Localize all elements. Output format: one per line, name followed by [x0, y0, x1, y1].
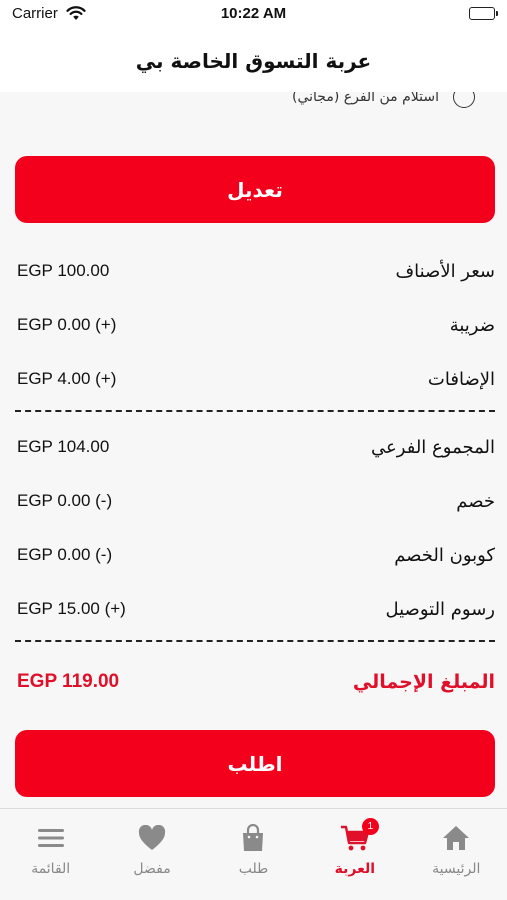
addons-value: EGP 4.00 (+)	[17, 369, 117, 388]
summary-row-coupon: EGP 0.00 (-) كوبون الخصم	[17, 540, 495, 570]
total-label: المبلغ الإجمالي	[352, 671, 495, 693]
cart-content[interactable]: استلام من الفرع (مجاني) تعديل EGP 100.00…	[0, 92, 507, 808]
tab-favorites[interactable]: مفضل	[101, 809, 202, 900]
summary-row-addons: EGP 4.00 (+) الإضافات	[17, 364, 495, 394]
discount-label: خصم	[456, 490, 495, 512]
tab-cart[interactable]: 1 العربة	[304, 809, 405, 900]
status-time: 10:22 AM	[220, 5, 287, 22]
tab-menu-label: القائمة	[31, 861, 71, 877]
status-bar: Carrier 10:22 AM	[0, 0, 507, 30]
summary-row-discount: EGP 0.00 (-) خصم	[17, 486, 495, 516]
dashed-divider	[15, 640, 495, 642]
coupon-label: كوبون الخصم	[394, 544, 495, 566]
items-price-label: سعر الأصناف	[395, 260, 495, 282]
tab-cart-label: العربة	[334, 861, 376, 877]
pickup-option[interactable]: استلام من الفرع (مجاني)	[292, 92, 475, 108]
tab-menu[interactable]: القائمة	[0, 809, 101, 900]
pickup-label: استلام من الفرع (مجاني)	[292, 92, 439, 105]
tab-home[interactable]: الرئيسية	[406, 809, 507, 900]
home-icon	[441, 823, 471, 853]
menu-icon	[36, 823, 66, 853]
items-price-value: EGP 100.00	[17, 261, 110, 280]
cart-icon: 1	[340, 818, 379, 853]
summary-row-delivery: EGP 15.00 (+) رسوم التوصيل	[17, 594, 495, 624]
tab-bar: القائمة مفضل طلب 1 العربة الرئيسية	[0, 808, 507, 900]
summary-row-tax: EGP 0.00 (+) ضريبة	[17, 310, 495, 340]
tab-orders[interactable]: طلب	[203, 809, 304, 900]
heart-icon	[137, 823, 167, 853]
discount-value: EGP 0.00 (-)	[17, 491, 113, 510]
coupon-value: EGP 0.00 (-)	[17, 545, 113, 564]
summary-row-subtotal: EGP 104.00 المجموع الفرعي	[17, 432, 495, 462]
delivery-fee-value: EGP 15.00 (+)	[17, 599, 126, 618]
subtotal-label: المجموع الفرعي	[371, 436, 495, 458]
order-button[interactable]: اطلب	[15, 730, 495, 797]
tab-home-label: الرئيسية	[432, 861, 481, 877]
battery-icon	[469, 7, 498, 20]
delivery-fee-label: رسوم التوصيل	[385, 598, 495, 620]
addons-label: الإضافات	[427, 368, 495, 390]
cart-badge: 1	[361, 818, 379, 835]
tax-label: ضريبة	[449, 314, 495, 336]
shopping-bag-icon	[238, 823, 268, 853]
tab-favorites-label: مفضل	[133, 861, 171, 877]
dashed-divider	[15, 410, 495, 412]
edit-button[interactable]: تعديل	[15, 156, 495, 223]
subtotal-value: EGP 104.00	[17, 437, 110, 456]
summary-row-total: EGP 119.00 المبلغ الإجمالي	[17, 667, 495, 697]
tax-value: EGP 0.00 (+)	[17, 315, 117, 334]
tab-orders-label: طلب	[238, 861, 269, 877]
nav-header: عربة التسوق الخاصة بي	[0, 30, 507, 92]
total-value: EGP 119.00	[17, 671, 120, 692]
pickup-radio[interactable]	[453, 92, 475, 108]
summary-row-items-price: EGP 100.00 سعر الأصناف	[17, 256, 495, 286]
page-title: عربة التسوق الخاصة بي	[135, 49, 372, 73]
